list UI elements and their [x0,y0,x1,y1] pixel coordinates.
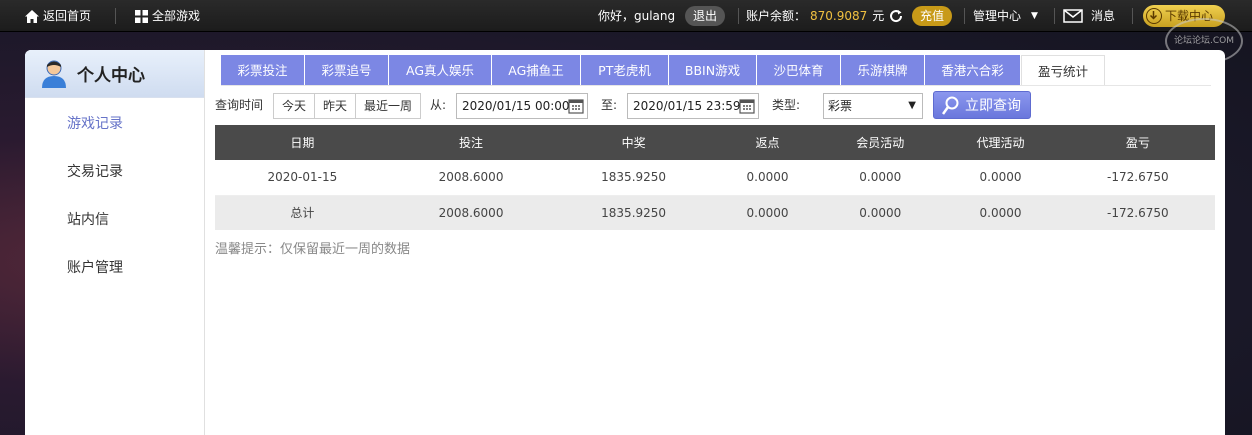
divider [1132,8,1133,24]
sidebar-item-account-management[interactable]: 账户管理 [67,257,123,277]
message-label: 消息 [1091,9,1116,23]
col-header-date: 日期 [215,125,390,160]
sidebar-item-game-records[interactable]: 游戏记录 [67,113,123,133]
type-label: 类型: [772,98,801,112]
today-button[interactable]: 今天 [273,93,315,119]
sidebar: 个人中心 游戏记录 交易记录 站内信 账户管理 [25,50,205,435]
recharge-label: 充值 [912,6,953,26]
search-now-button[interactable]: 立即查询 [933,91,1031,119]
cell-bet: 2008.6000 [389,195,553,230]
sidebar-item-transaction-records[interactable]: 交易记录 [67,161,123,181]
grid-icon [135,9,148,23]
tab-profit-loss[interactable]: 盈亏统计 [1021,55,1105,86]
sidebar-header: 个人中心 [25,50,204,98]
greeting: 你好，gulang [598,9,676,23]
tab-ag-fishing[interactable]: AG捕鱼王 [492,55,581,86]
tab-saba-sports[interactable]: 沙巴体育 [757,55,841,86]
balance: 账户余额： 870.9087 元 [746,0,884,32]
tab-bbin-games[interactable]: BBIN游戏 [669,55,757,86]
record-tabs: 彩票投注 彩票追号 AG真人娱乐 AG捕鱼王 PT老虎机 BBIN游戏 沙巴体育… [221,55,1105,86]
caret-down-icon: ▼ [1031,11,1038,21]
table-header-row: 日期 投注 中奖 返点 会员活动 代理活动 盈亏 [215,125,1215,160]
user-avatar-icon [42,60,66,88]
cell-member-activity: 0.0000 [820,195,941,230]
profit-loss-table: 日期 投注 中奖 返点 会员活动 代理活动 盈亏 2020-01-15 2008… [215,125,1215,230]
cell-agent-activity: 0.0000 [940,195,1061,230]
cell-member-activity: 0.0000 [820,160,941,196]
tab-lottery-bet[interactable]: 彩票投注 [221,55,305,86]
divider [115,8,116,24]
home-icon [25,9,39,23]
calendar-icon[interactable] [568,98,584,114]
table-row: 2020-01-15 2008.6000 1835.9250 0.0000 0.… [215,160,1215,196]
from-date-value: 2020/01/15 00:00 [462,99,570,113]
divider [1054,8,1055,24]
to-date-value: 2020/01/15 23:59 [633,99,741,113]
to-date-input[interactable]: 2020/01/15 23:59 [627,93,759,119]
cell-profit-loss: -172.6750 [1060,160,1215,196]
query-time-label: 查询时间 [215,98,264,112]
type-select[interactable]: 彩票 ▼ [823,93,923,119]
all-games-link[interactable]: 全部游戏 [135,0,200,32]
home-label: 返回首页 [43,9,92,23]
manage-label: 管理中心 [973,9,1022,23]
messages-link[interactable]: 消息 [1063,0,1115,32]
cell-win: 1835.9250 [552,195,715,230]
sidebar-title: 个人中心 [77,66,145,86]
logout-button[interactable]: 退出 [685,0,726,32]
col-header-member-activity: 会员活动 [820,125,941,160]
retention-hint: 温馨提示：仅保留最近一周的数据 [215,242,411,257]
cell-bet: 2008.6000 [389,160,553,196]
col-header-bet: 投注 [389,125,553,160]
balance-value: 870.9087 [810,9,868,23]
yesterday-button[interactable]: 昨天 [314,93,356,119]
top-bar: 返回首页 全部游戏 你好，gulang 退出 账户余额： 870.9087 元 … [0,0,1252,32]
divider [738,8,739,24]
tab-hk-mark-six[interactable]: 香港六合彩 [925,55,1021,86]
col-header-profit-loss: 盈亏 [1060,125,1215,160]
type-select-value: 彩票 [828,99,853,113]
col-header-rebate: 返点 [714,125,821,160]
search-now-label: 立即查询 [965,98,1021,114]
manage-center-menu[interactable]: 管理中心 ▼ [973,0,1038,32]
download-icon [1146,8,1162,24]
balance-label: 账户余额： [746,9,807,23]
last-week-button[interactable]: 最近一周 [355,93,421,119]
cell-win: 1835.9250 [552,160,715,196]
dropdown-arrow-icon: ▼ [908,100,916,111]
search-icon [942,96,959,115]
cell-rebate: 0.0000 [714,195,821,230]
cell-rebate: 0.0000 [714,160,821,196]
cell-agent-activity: 0.0000 [940,160,1061,196]
all-games-label: 全部游戏 [152,9,201,23]
tabs-underline [221,85,1211,86]
calendar-icon[interactable] [739,98,755,114]
refresh-icon [890,10,903,23]
from-date-input[interactable]: 2020/01/15 00:00 [456,93,588,119]
tab-ag-live[interactable]: AG真人娱乐 [389,55,492,86]
tab-pt-slots[interactable]: PT老虎机 [581,55,669,86]
table-total-row: 总计 2008.6000 1835.9250 0.0000 0.0000 0.0… [215,195,1215,230]
mail-icon [1063,9,1083,23]
logout-label: 退出 [685,6,726,26]
divider [964,8,965,24]
from-label: 从: [430,98,447,112]
watermark-text: 论坛论坛.COM [1174,36,1234,46]
sidebar-item-inbox[interactable]: 站内信 [67,209,109,229]
col-header-agent-activity: 代理活动 [940,125,1061,160]
user-center-panel: 个人中心 游戏记录 交易记录 站内信 账户管理 彩票投注 彩票追号 AG真人娱乐… [25,50,1225,435]
col-header-win: 中奖 [552,125,715,160]
tab-lottery-chase[interactable]: 彩票追号 [305,55,389,86]
refresh-button[interactable] [888,0,904,32]
recharge-button[interactable]: 充值 [912,0,953,32]
cell-date: 2020-01-15 [215,160,390,196]
home-link[interactable]: 返回首页 [25,0,91,32]
tab-leyou-chess[interactable]: 乐游棋牌 [841,55,925,86]
cell-profit-loss: -172.6750 [1060,195,1215,230]
balance-unit: 元 [872,9,885,23]
to-label: 至: [601,98,618,112]
cell-total-label: 总计 [215,195,390,230]
